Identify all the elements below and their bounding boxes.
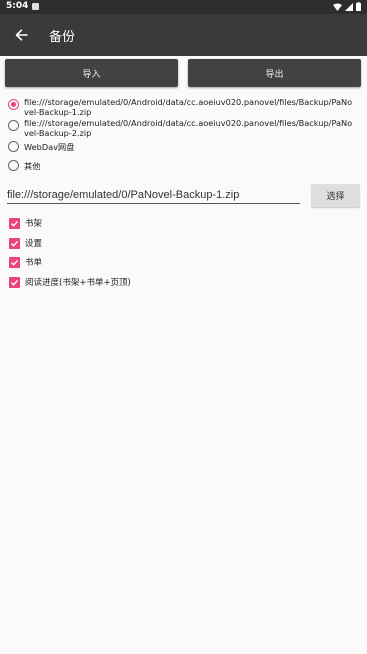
radio-option-webdav[interactable]: WebDav网盘 bbox=[8, 141, 358, 152]
checkbox-settings[interactable]: 设置 bbox=[9, 237, 42, 249]
status-icons bbox=[333, 2, 361, 11]
battery-icon bbox=[356, 2, 361, 11]
checkbox-label: 设置 bbox=[25, 239, 43, 249]
radio-option-backup-1[interactable]: file:///storage/emulated/0/Android/data/… bbox=[8, 97, 358, 117]
check-icon bbox=[11, 259, 19, 266]
radio-button[interactable] bbox=[8, 160, 19, 171]
check-icon bbox=[11, 279, 19, 286]
check-icon bbox=[11, 220, 19, 227]
radio-label: file:///storage/emulated/0/Android/data/… bbox=[24, 118, 353, 138]
radio-label: WebDav网盘 bbox=[24, 142, 75, 152]
path-input[interactable] bbox=[7, 186, 300, 204]
checkbox[interactable] bbox=[9, 237, 20, 249]
checkbox[interactable] bbox=[9, 217, 20, 229]
checkbox-reading-progress[interactable]: 阅读进度(书架+书单+页顶) bbox=[9, 276, 131, 288]
checkbox-label: 书单 bbox=[25, 258, 43, 268]
choose-button[interactable]: 选择 bbox=[311, 184, 360, 207]
radio-label: file:///storage/emulated/0/Android/data/… bbox=[24, 97, 353, 117]
status-bar: 5:04 bbox=[0, 0, 367, 14]
page-title: 备份 bbox=[49, 30, 76, 45]
radio-button[interactable] bbox=[8, 99, 19, 110]
radio-option-backup-2[interactable]: file:///storage/emulated/0/Android/data/… bbox=[8, 118, 358, 138]
toolbar: 备份 bbox=[0, 14, 367, 56]
status-time: 5:04 bbox=[6, 1, 29, 11]
radio-option-other[interactable]: 其他 bbox=[8, 160, 358, 171]
checkbox-booklist[interactable]: 书单 bbox=[9, 256, 42, 268]
checkbox-bookshelf[interactable]: 书架 bbox=[9, 217, 42, 229]
checkbox-label: 阅读进度(书架+书单+页顶) bbox=[25, 278, 131, 288]
import-button[interactable]: 导入 bbox=[5, 59, 178, 87]
checkbox-label: 书架 bbox=[25, 219, 43, 229]
check-icon bbox=[11, 240, 19, 247]
notification-icon bbox=[32, 3, 39, 10]
arrow-back-icon bbox=[15, 29, 28, 41]
signal-icon bbox=[345, 2, 353, 11]
export-button[interactable]: 导出 bbox=[188, 59, 361, 87]
checkbox[interactable] bbox=[9, 256, 20, 268]
radio-button[interactable] bbox=[8, 141, 19, 152]
radio-button[interactable] bbox=[8, 120, 19, 131]
radio-label: 其他 bbox=[24, 161, 41, 171]
checkbox[interactable] bbox=[9, 276, 20, 288]
wifi-icon bbox=[333, 3, 342, 11]
back-button[interactable] bbox=[10, 24, 32, 46]
